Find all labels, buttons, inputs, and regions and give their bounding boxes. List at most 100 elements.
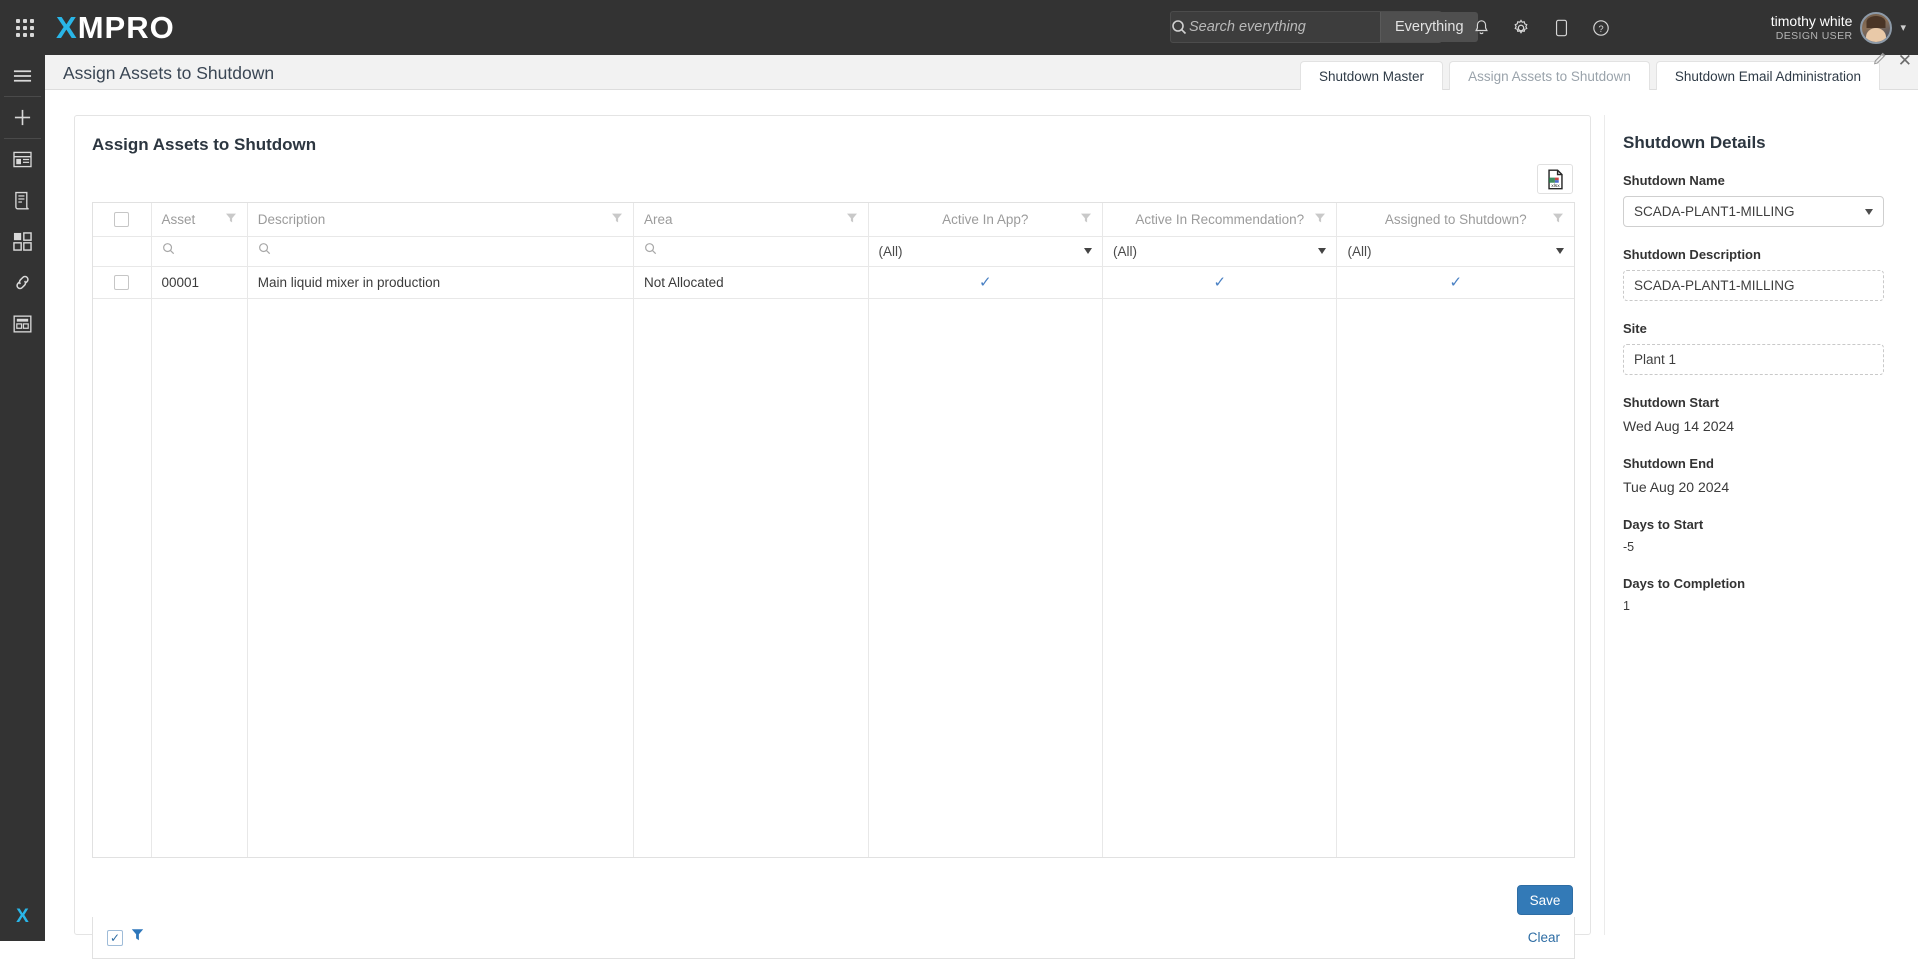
check-icon: ✓ [1213, 274, 1227, 291]
cell-area: Not Allocated [633, 266, 869, 299]
tab-bar: Assign Assets to Shutdown Shutdown Maste… [45, 55, 1918, 90]
funnel-filter-icon[interactable] [131, 928, 144, 947]
search-input[interactable] [1187, 18, 1380, 36]
search-scope-button[interactable]: Everything [1380, 12, 1478, 42]
filter-icon-assigned-to-shutdown[interactable] [1552, 212, 1564, 227]
filter-icon-area[interactable] [846, 212, 858, 227]
filter-cell-empty [93, 236, 152, 267]
user-menu[interactable]: timothy white DESIGN USER ▾ [1771, 0, 1906, 55]
top-bar-icons: ? [1465, 0, 1617, 55]
add-new-icon[interactable] [0, 97, 45, 138]
row-select-checkbox[interactable] [114, 274, 130, 290]
column-label-area: Area [644, 211, 673, 227]
chevron-down-icon[interactable] [1865, 208, 1873, 215]
chevron-down-icon[interactable] [1556, 248, 1564, 254]
assets-grid: Asset Description Area Active In App? Ac… [92, 202, 1575, 858]
form-icon[interactable] [0, 303, 45, 344]
column-header-description[interactable]: Description [247, 203, 635, 237]
site-field: Plant 1 [1623, 344, 1884, 375]
label-site: Site [1623, 321, 1647, 336]
link-icon[interactable] [0, 262, 45, 303]
shutdown-end-value: Tue Aug 20 2024 [1623, 479, 1730, 495]
notifications-icon[interactable] [1465, 12, 1497, 44]
filter-select-active-in-app[interactable]: (All) [879, 237, 1092, 266]
dashboard-icon[interactable] [0, 139, 45, 180]
filter-cell-active-in-recommendation[interactable]: (All) [1102, 236, 1338, 267]
chevron-down-icon[interactable] [1318, 248, 1327, 254]
filter-icon-asset[interactable] [225, 212, 237, 227]
tab-assign-assets-to-shutdown[interactable]: Assign Assets to Shutdown [1449, 61, 1650, 90]
report-icon[interactable] [0, 180, 45, 221]
assign-assets-card: Assign Assets to Shutdown xlsx Asset Des… [74, 115, 1591, 959]
filter-cell-assigned-to-shutdown[interactable]: (All) [1336, 236, 1574, 267]
filler-cell [633, 298, 869, 858]
apps-grid-icon[interactable] [0, 0, 50, 55]
column-header-assigned-to-shutdown[interactable]: Assigned to Shutdown? [1336, 203, 1574, 237]
filler-cell [1102, 298, 1338, 858]
filler-cell [868, 298, 1104, 858]
check-icon: ✓ [978, 274, 992, 291]
column-header-active-in-recommendation[interactable]: Active In Recommendation? [1102, 203, 1338, 237]
tab-shutdown-master[interactable]: Shutdown Master [1300, 61, 1444, 90]
filter-icon-active-in-recommendation[interactable] [1314, 212, 1326, 227]
filter-select-active-in-recommendation[interactable]: (All) [1113, 237, 1327, 266]
export-xlsx-icon[interactable]: xlsx [1537, 164, 1573, 194]
clear-filter-link[interactable]: Clear [1528, 930, 1560, 945]
grid-header-row: Asset Description Area Active In App? Ac… [93, 203, 1574, 237]
filter-select-assigned-to-shutdown[interactable]: (All) [1347, 237, 1564, 266]
xmpro-logo: X MPRO [56, 10, 175, 46]
days-to-start-value: -5 [1623, 540, 1635, 554]
select-all-header [93, 203, 152, 237]
filter-value-assigned-to-shutdown: (All) [1347, 243, 1372, 259]
mobile-device-icon[interactable] [1545, 12, 1577, 44]
filter-cell-description[interactable] [247, 236, 635, 267]
filter-cell-asset[interactable] [151, 236, 248, 267]
grid-empty-space [93, 298, 1574, 858]
select-all-checkbox[interactable] [114, 212, 130, 228]
avatar[interactable] [1860, 11, 1893, 44]
settings-gear-icon[interactable] [1505, 12, 1537, 44]
table-row[interactable]: 00001 Main liquid mixer in production No… [93, 266, 1574, 299]
global-search: Everything [1170, 11, 1478, 43]
menu-hamburger-icon[interactable] [0, 55, 45, 96]
column-header-area[interactable]: Area [633, 203, 869, 237]
card-title: Assign Assets to Shutdown [92, 135, 317, 154]
apps-tiles-icon[interactable] [0, 221, 45, 262]
chevron-down-icon[interactable] [1084, 248, 1092, 254]
check-icon: ✓ [1449, 274, 1463, 291]
search-icon [645, 243, 657, 255]
filter-icon-active-in-app[interactable] [1080, 212, 1092, 227]
filter-icon-description[interactable] [611, 212, 623, 227]
row-select-cell [93, 266, 152, 299]
filter-cell-active-in-app[interactable]: (All) [868, 236, 1104, 267]
pencil-edit-icon[interactable] [1872, 51, 1888, 72]
details-title: Shutdown Details [1623, 133, 1766, 152]
label-shutdown-start: Shutdown Start [1623, 395, 1720, 410]
filter-cell-area[interactable] [633, 236, 869, 267]
user-role: DESIGN USER [1775, 29, 1853, 42]
save-button[interactable]: Save [1517, 885, 1573, 915]
tab-shutdown-email-administration[interactable]: Shutdown Email Administration [1655, 61, 1880, 90]
cell-active-in-app: ✓ [868, 266, 1104, 299]
top-app-bar: XMPRO Everything ? timothy white DESIGN … [0, 0, 1918, 55]
filter-enabled-checkbox[interactable]: ✓ [107, 929, 123, 946]
label-shutdown-name: Shutdown Name [1623, 173, 1725, 188]
column-header-asset[interactable]: Asset [151, 203, 248, 237]
tab-list: Shutdown Master Assign Assets to Shutdow… [1300, 61, 1880, 90]
search-icon [1171, 19, 1187, 35]
filter-value-active-in-app: (All) [878, 243, 903, 259]
logo-text: MPRO [77, 9, 175, 45]
help-icon[interactable]: ? [1585, 12, 1617, 44]
cell-asset: 00001 [151, 266, 248, 299]
label-days-to-completion: Days to Completion [1623, 576, 1746, 591]
filler-cell [93, 298, 152, 858]
chevron-down-icon[interactable]: ▾ [1900, 21, 1906, 34]
column-label-active-in-app: Active In App? [942, 211, 1029, 227]
close-icon[interactable]: ✕ [1898, 52, 1912, 69]
column-header-active-in-app[interactable]: Active In App? [868, 203, 1104, 237]
xmpro-rail-logo: X [0, 899, 45, 935]
label-shutdown-description: Shutdown Description [1623, 247, 1761, 262]
shutdown-name-select[interactable]: SCADA-PLANT1-MILLING [1623, 196, 1884, 227]
page-title: Assign Assets to Shutdown [63, 63, 275, 83]
shutdown-details-panel: Shutdown Details Shutdown Name SCADA-PLA… [1604, 115, 1902, 935]
